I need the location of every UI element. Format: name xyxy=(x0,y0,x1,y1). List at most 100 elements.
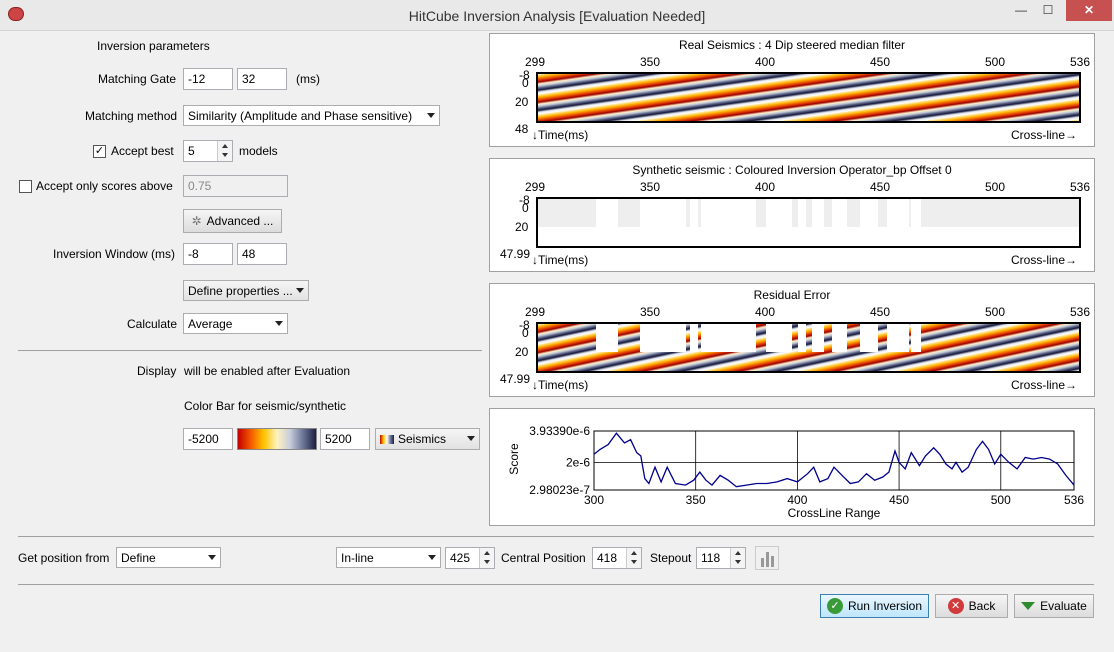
synthetic-gap xyxy=(596,199,618,227)
score-line xyxy=(593,432,1075,488)
x-tick: 299 xyxy=(525,305,546,319)
synthetic-gap xyxy=(832,199,847,227)
x-tick-label: 400 xyxy=(787,493,807,507)
color-min-field[interactable]: -5200 xyxy=(183,428,233,450)
central-position-stepper[interactable]: 418 xyxy=(592,547,642,569)
cancel-icon: ✕ xyxy=(947,598,964,614)
residual-gap xyxy=(798,324,806,352)
evaluate-label: Evaluate xyxy=(1040,599,1087,613)
time-axis-label: ↓Time(ms) xyxy=(532,128,589,142)
calculate-label: Calculate xyxy=(127,317,178,331)
gate-from-field[interactable]: -12 xyxy=(183,68,233,90)
synthetic-trace-block xyxy=(538,199,1079,227)
x-tick-label: 450 xyxy=(889,493,909,507)
inline-stepper[interactable]: 425 xyxy=(445,547,495,569)
y-tick: 48 xyxy=(515,122,529,136)
color-max-field[interactable]: 5200 xyxy=(320,428,370,450)
residual-gap xyxy=(596,324,618,352)
x-tick: 536 xyxy=(1070,305,1091,319)
x-tick-label: 350 xyxy=(686,493,706,507)
synthetic-seismic-image xyxy=(536,197,1081,248)
crossline-axis-label: Cross-line→ xyxy=(1011,378,1078,392)
check-icon: ✓ xyxy=(826,598,843,614)
synthetic-gap xyxy=(701,199,756,227)
matching-method-dropdown[interactable]: Similarity (Amplitude and Phase sensitiv… xyxy=(183,105,440,126)
window-to-field[interactable]: 48 xyxy=(237,243,287,265)
get-position-dropdown[interactable]: Define xyxy=(116,547,221,568)
define-properties-dropdown[interactable]: Define properties ... xyxy=(183,280,309,301)
matching-method-value: Similarity (Amplitude and Phase sensitiv… xyxy=(188,109,413,123)
spinner-arrows-icon[interactable] xyxy=(479,548,494,568)
y-tick: 20 xyxy=(515,345,529,359)
stepout-stepper[interactable]: 118 xyxy=(696,547,746,569)
x-tick: 500 xyxy=(985,305,1006,319)
back-label: Back xyxy=(968,599,996,613)
stepout-label: Stepout xyxy=(650,551,692,565)
window-from-field[interactable]: -8 xyxy=(183,243,233,265)
chevron-down-icon xyxy=(427,113,435,118)
synthetic-gap xyxy=(766,199,792,227)
synthetic-gap xyxy=(640,199,686,227)
evaluate-button[interactable]: Evaluate xyxy=(1014,594,1094,618)
residual-gap xyxy=(701,324,756,352)
residual-error-image xyxy=(536,322,1081,373)
y-axis-label: Score xyxy=(507,443,521,475)
gate-to-field[interactable]: 32 xyxy=(237,68,287,90)
y-tick: 0 xyxy=(522,76,529,90)
title-bar: HitCube Inversion Analysis [Evaluation N… xyxy=(0,0,1114,31)
advanced-button[interactable]: ✲ Advanced ... xyxy=(183,209,282,233)
get-position-label: Get position from xyxy=(18,551,110,565)
close-button[interactable]: ✕ xyxy=(1066,0,1112,21)
arrow-down-icon xyxy=(1021,602,1036,610)
residual-gap xyxy=(832,324,847,352)
panel-title: Real Seismics : 4 Dip steered median fil… xyxy=(678,38,906,52)
x-tick: 400 xyxy=(755,55,776,69)
colortable-value: Seismics xyxy=(398,432,447,446)
back-button[interactable]: ✕ Back xyxy=(935,594,1008,618)
matching-gate-label: Matching Gate xyxy=(98,72,177,86)
spinner-arrows-icon[interactable] xyxy=(626,548,641,568)
x-tick: 350 xyxy=(640,55,661,69)
score-chart: Score CrossLine Range 300 350 400 450 500 536… xyxy=(507,424,1084,520)
residual-gap xyxy=(860,324,878,352)
inline-dropdown[interactable]: In-line xyxy=(336,547,441,568)
x-tick: 450 xyxy=(870,305,891,319)
x-tick: 536 xyxy=(1070,55,1091,69)
panel-title: Residual Error xyxy=(753,288,831,302)
x-tick: 500 xyxy=(985,180,1006,194)
bar-chart-bar xyxy=(761,558,764,567)
synthetic-seismic-panel: Synthetic seismic : Coloured Inversion O… xyxy=(489,158,1095,272)
time-axis-label: ↓Time(ms) xyxy=(532,253,589,267)
inline-number: 425 xyxy=(450,551,471,565)
run-inversion-label: Run Inversion xyxy=(847,599,923,613)
run-inversion-button[interactable]: ✓ Run Inversion xyxy=(820,594,929,618)
panel-title: Synthetic seismic : Coloured Inversion O… xyxy=(632,163,952,177)
residual-gap xyxy=(812,324,824,352)
spinner-arrows-icon[interactable] xyxy=(730,548,745,568)
chevron-down-icon xyxy=(275,321,283,326)
colortable-dropdown[interactable]: Seismics xyxy=(375,428,480,450)
spinner-arrows-icon[interactable] xyxy=(217,141,232,161)
x-tick: 450 xyxy=(870,180,891,194)
bar-chart-bar xyxy=(771,556,774,567)
bar-chart-icon[interactable] xyxy=(755,546,779,570)
x-tick: 299 xyxy=(525,55,546,69)
chevron-down-icon xyxy=(296,288,304,293)
matching-method-label: Matching method xyxy=(85,109,178,123)
accept-scores-checkbox[interactable] xyxy=(19,180,32,193)
accept-best-label: Accept best xyxy=(111,144,174,158)
accept-scores-field[interactable]: 0.75 xyxy=(183,175,288,197)
params-heading: Inversion parameters xyxy=(97,39,210,53)
window-title: HitCube Inversion Analysis [Evaluation N… xyxy=(408,8,706,24)
accept-best-stepper[interactable]: 5 xyxy=(183,140,233,162)
crossline-axis-label: Cross-line→ xyxy=(1011,128,1078,142)
calculate-dropdown[interactable]: Average xyxy=(183,313,288,334)
x-tick: 299 xyxy=(525,180,546,194)
maximize-button[interactable]: ☐ xyxy=(1035,0,1061,21)
x-tick: 400 xyxy=(755,305,776,319)
minimize-button[interactable]: — xyxy=(1008,0,1034,21)
accept-scores-label: Accept only scores above xyxy=(36,179,173,193)
accept-best-checkbox[interactable]: ✓ xyxy=(93,145,106,158)
y-tick-label: 2.98023e-7 xyxy=(529,483,590,497)
gear-icon: ✲ xyxy=(191,214,202,228)
